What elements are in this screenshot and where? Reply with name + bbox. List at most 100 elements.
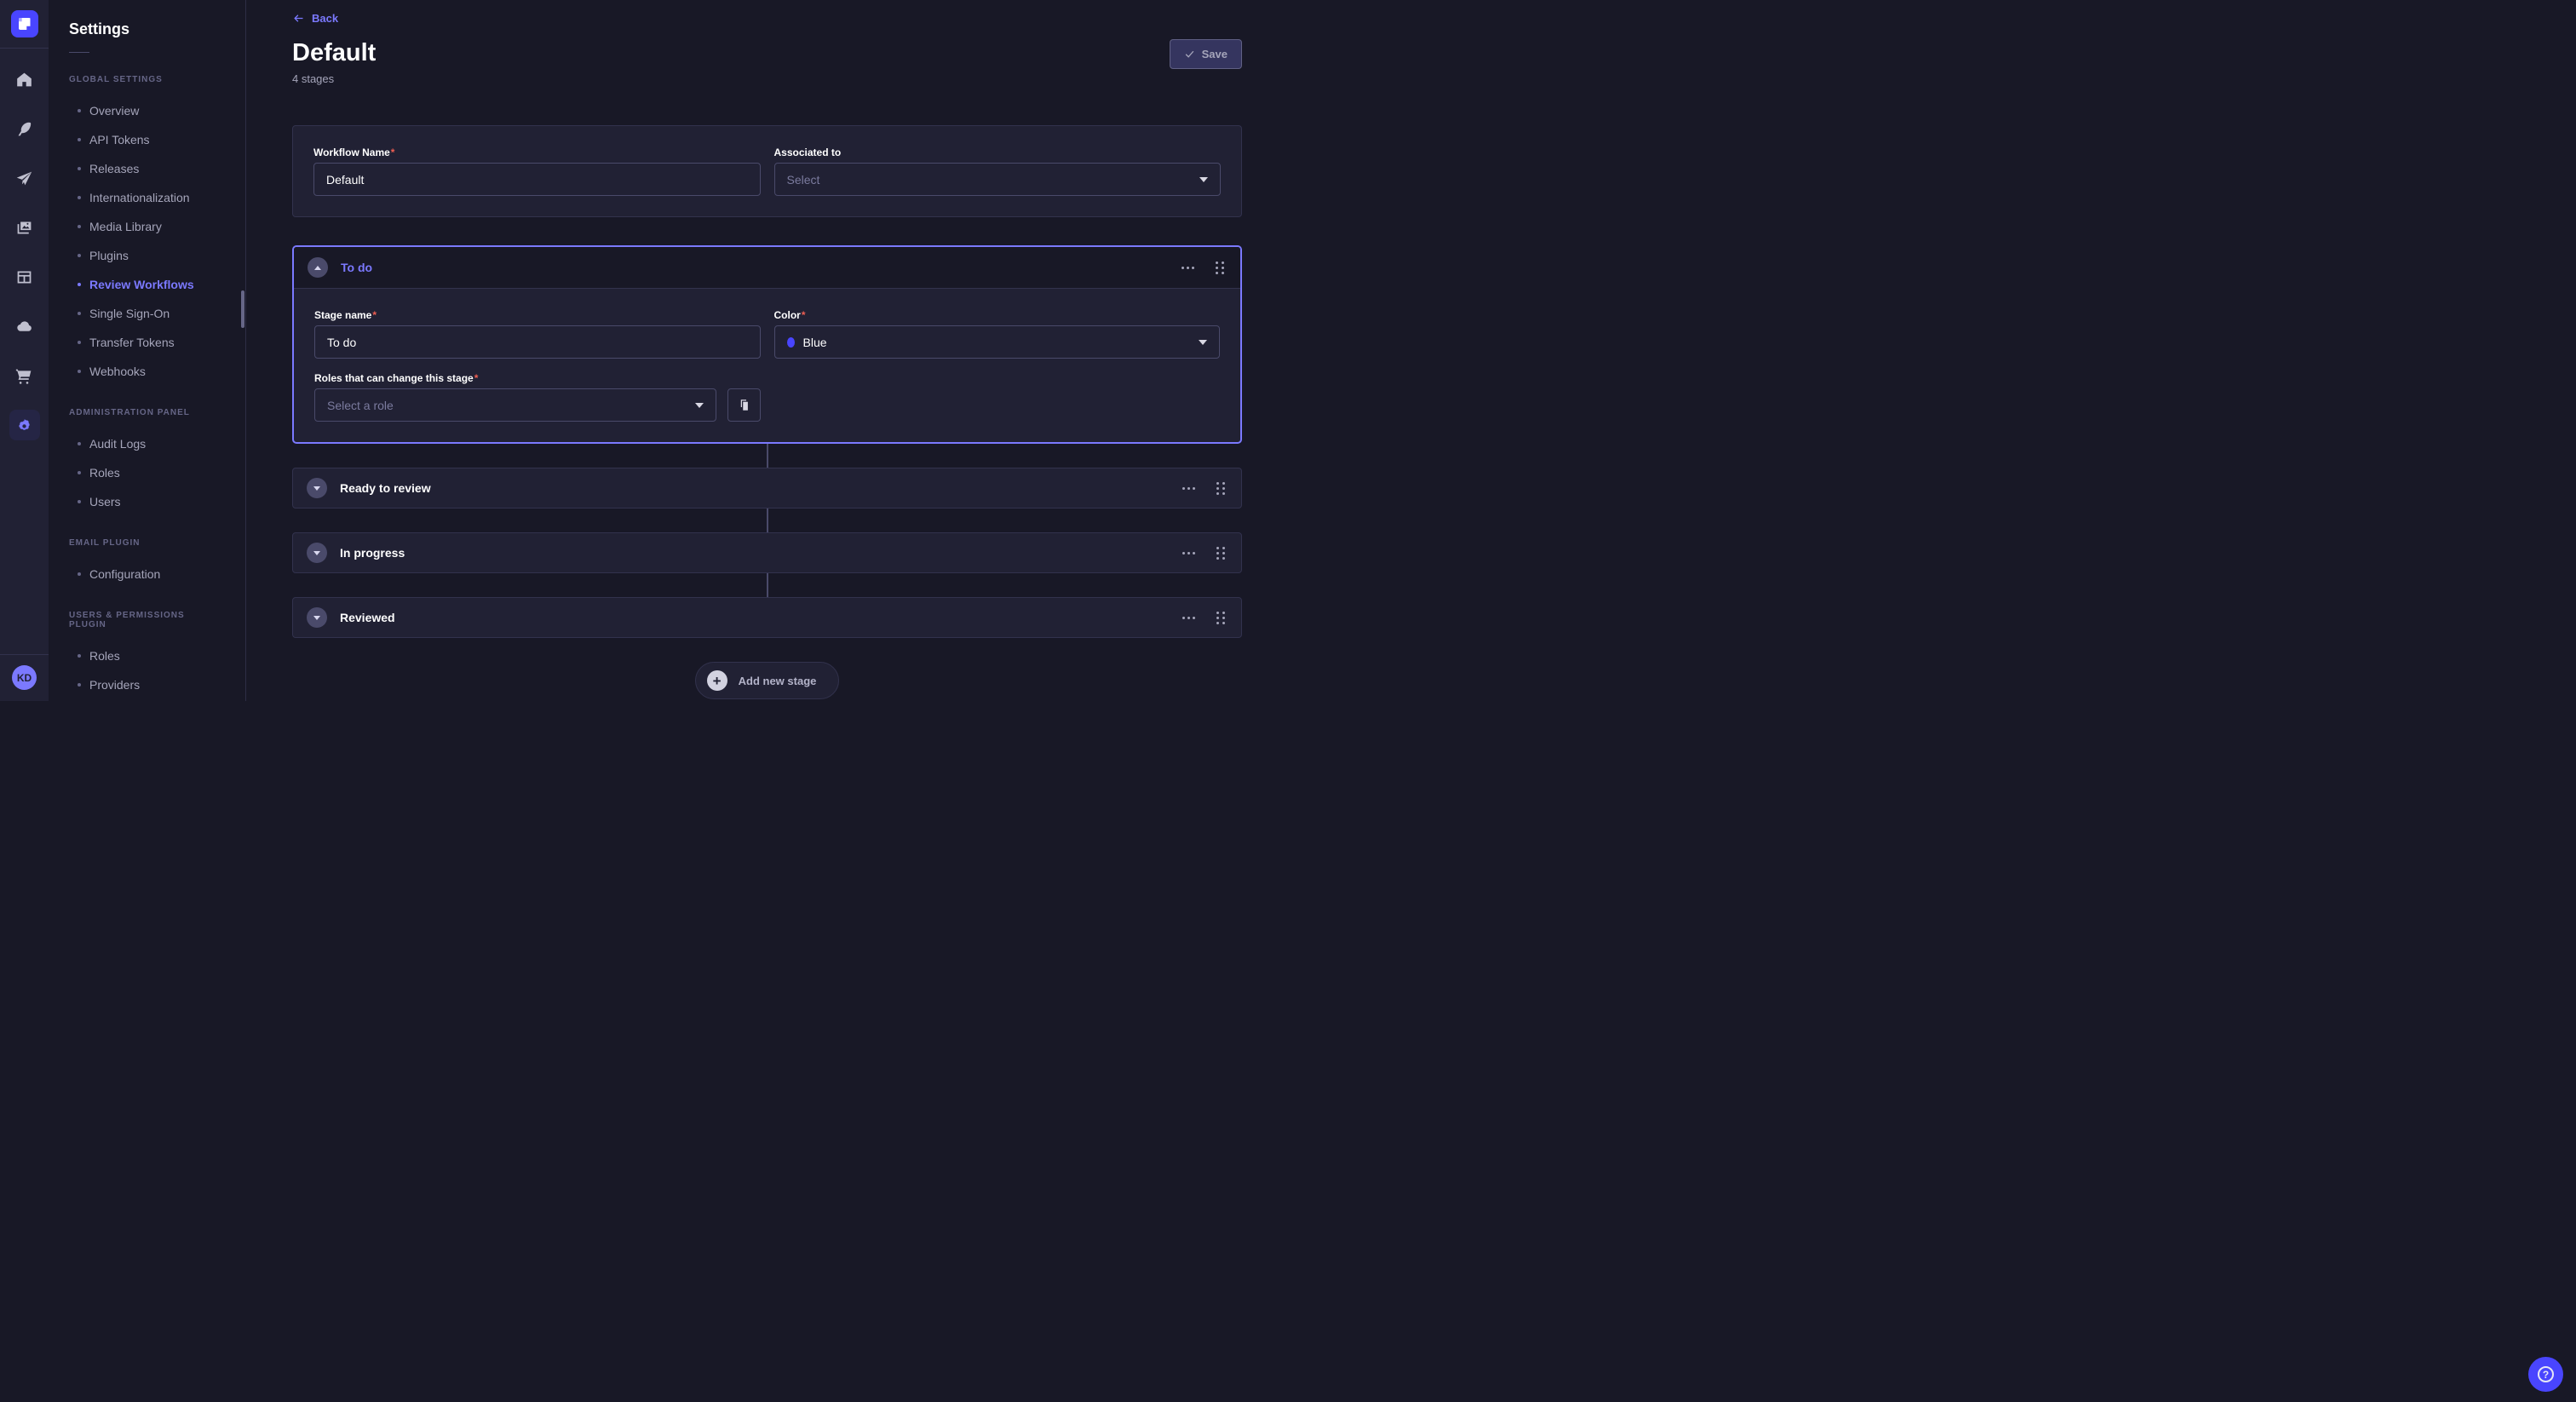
color-select[interactable]: Blue	[774, 325, 1221, 359]
save-button[interactable]: Save	[1170, 39, 1242, 69]
chevron-down-icon	[313, 551, 320, 555]
sidebar-item-up-providers[interactable]: Providers	[49, 670, 245, 699]
main-content: Back Default 4 stages Save Workflow Name…	[246, 0, 1288, 701]
sidebar-item-admin-users[interactable]: Users	[49, 487, 245, 516]
bullet-icon	[78, 500, 81, 503]
shopping-cart-icon	[15, 367, 33, 385]
marketplace-nav-button[interactable]	[9, 360, 40, 391]
stage-card-reviewed: Reviewed	[292, 597, 1242, 638]
sidebar-item-audit-logs[interactable]: Audit Logs	[49, 429, 245, 458]
stage-header[interactable]: Reviewed	[293, 598, 1241, 637]
paper-plane-icon	[15, 170, 33, 187]
stage-more-options-button[interactable]	[1181, 549, 1197, 558]
strapi-logo-icon[interactable]	[11, 10, 38, 37]
bullet-icon	[78, 225, 81, 228]
content-type-builder-nav-button[interactable]	[9, 113, 40, 144]
settings-nav-button[interactable]	[9, 410, 40, 440]
stage-header[interactable]: Ready to review	[293, 468, 1241, 508]
sidebar-item-admin-roles[interactable]: Roles	[49, 458, 245, 487]
home-nav-button[interactable]	[9, 64, 40, 95]
back-link[interactable]: Back	[292, 12, 338, 25]
roles-label: Roles that can change this stage*	[314, 372, 761, 384]
title-divider	[69, 52, 89, 53]
sidebar-item-internationalization[interactable]: Internationalization	[49, 183, 245, 212]
chevron-down-icon	[1199, 177, 1208, 182]
bullet-icon	[78, 341, 81, 344]
user-avatar[interactable]: KD	[12, 665, 37, 690]
subnav-scrollbar-thumb[interactable]	[241, 290, 244, 328]
title-block: Default 4 stages	[292, 39, 376, 85]
bullet-icon	[78, 196, 81, 199]
check-icon	[1184, 49, 1195, 60]
stage-name-label: Stage name*	[314, 309, 761, 321]
subnav-title: Settings	[49, 20, 245, 38]
sidebar-item-transfer-tokens[interactable]: Transfer Tokens	[49, 328, 245, 357]
stage-more-options-button[interactable]	[1181, 613, 1197, 623]
cloud-icon	[15, 318, 33, 336]
section-label-administration-panel: ADMINISTRATION PANEL	[49, 408, 245, 417]
sidebar-item-single-sign-on[interactable]: Single Sign-On	[49, 299, 245, 328]
stage-name-input[interactable]	[314, 325, 761, 359]
bullet-icon	[78, 312, 81, 315]
sidebar-item-api-tokens[interactable]: API Tokens	[49, 125, 245, 154]
bullet-icon	[78, 654, 81, 658]
chevron-down-icon	[313, 616, 320, 620]
arrow-left-icon	[292, 12, 305, 25]
bullet-icon	[78, 283, 81, 286]
expand-stage-button[interactable]	[307, 478, 327, 498]
sidebar-item-releases[interactable]: Releases	[49, 154, 245, 183]
drag-handle-icon[interactable]	[1214, 480, 1228, 497]
expand-stage-button[interactable]	[307, 543, 327, 563]
layout-icon	[15, 268, 33, 286]
rail-bottom: KD	[0, 654, 49, 701]
media-library-nav-button[interactable]	[9, 212, 40, 243]
apply-to-all-stages-button[interactable]	[727, 388, 761, 422]
stage-more-options-button[interactable]	[1181, 484, 1197, 493]
settings-subnav: Settings GLOBAL SETTINGS Overview API To…	[49, 0, 246, 701]
blue-color-dot-icon	[787, 337, 795, 348]
content-manager-nav-button[interactable]	[9, 261, 40, 292]
stage-header[interactable]: In progress	[293, 533, 1241, 572]
sidebar-item-webhooks[interactable]: Webhooks	[49, 357, 245, 386]
help-button[interactable]: ?	[2528, 1357, 2563, 1392]
stage-title: In progress	[340, 546, 405, 560]
section-label-users-permissions-plugin: USERS & PERMISSIONS PLUGIN	[49, 611, 245, 629]
drag-handle-icon[interactable]	[1213, 259, 1227, 277]
drag-handle-icon[interactable]	[1214, 609, 1228, 627]
collapse-stage-button[interactable]	[308, 257, 328, 278]
deploy-nav-button[interactable]	[9, 163, 40, 193]
cloud-nav-button[interactable]	[9, 311, 40, 342]
sidebar-item-plugins[interactable]: Plugins	[49, 241, 245, 270]
main-nav-rail: KD	[0, 0, 49, 701]
stage-card-in-progress: In progress	[292, 532, 1242, 573]
stage-connector-line	[767, 441, 768, 600]
stage-title: Ready to review	[340, 481, 431, 495]
plus-icon: +	[707, 670, 727, 691]
bullet-icon	[78, 442, 81, 445]
chevron-down-icon	[695, 403, 704, 408]
roles-select[interactable]: Select a role	[314, 388, 716, 422]
workflow-name-input[interactable]	[313, 163, 761, 196]
page-title: Default	[292, 39, 376, 67]
bullet-icon	[78, 254, 81, 257]
sidebar-item-media-library[interactable]: Media Library	[49, 212, 245, 241]
sidebar-item-review-workflows[interactable]: Review Workflows	[49, 270, 245, 299]
expand-stage-button[interactable]	[307, 607, 327, 628]
workflow-form-card: Workflow Name* Associated to Select	[292, 125, 1242, 217]
workflow-name-label: Workflow Name*	[313, 147, 761, 158]
stage-more-options-button[interactable]	[1180, 263, 1196, 273]
sidebar-item-email-configuration[interactable]: Configuration	[49, 560, 245, 589]
drag-handle-icon[interactable]	[1214, 544, 1228, 562]
images-icon	[15, 219, 33, 237]
bullet-icon	[78, 138, 81, 141]
associated-to-label: Associated to	[774, 147, 1222, 158]
home-icon	[15, 71, 33, 89]
add-new-stage-button[interactable]: + Add new stage	[695, 662, 840, 699]
sidebar-item-up-roles[interactable]: Roles	[49, 641, 245, 670]
sidebar-item-overview[interactable]: Overview	[49, 96, 245, 125]
feather-icon	[15, 120, 33, 138]
associated-to-select[interactable]: Select	[774, 163, 1222, 196]
stage-header[interactable]: To do	[294, 247, 1240, 289]
stage-body: Stage name* Color* Blue	[294, 289, 1240, 442]
bullet-icon	[78, 683, 81, 687]
